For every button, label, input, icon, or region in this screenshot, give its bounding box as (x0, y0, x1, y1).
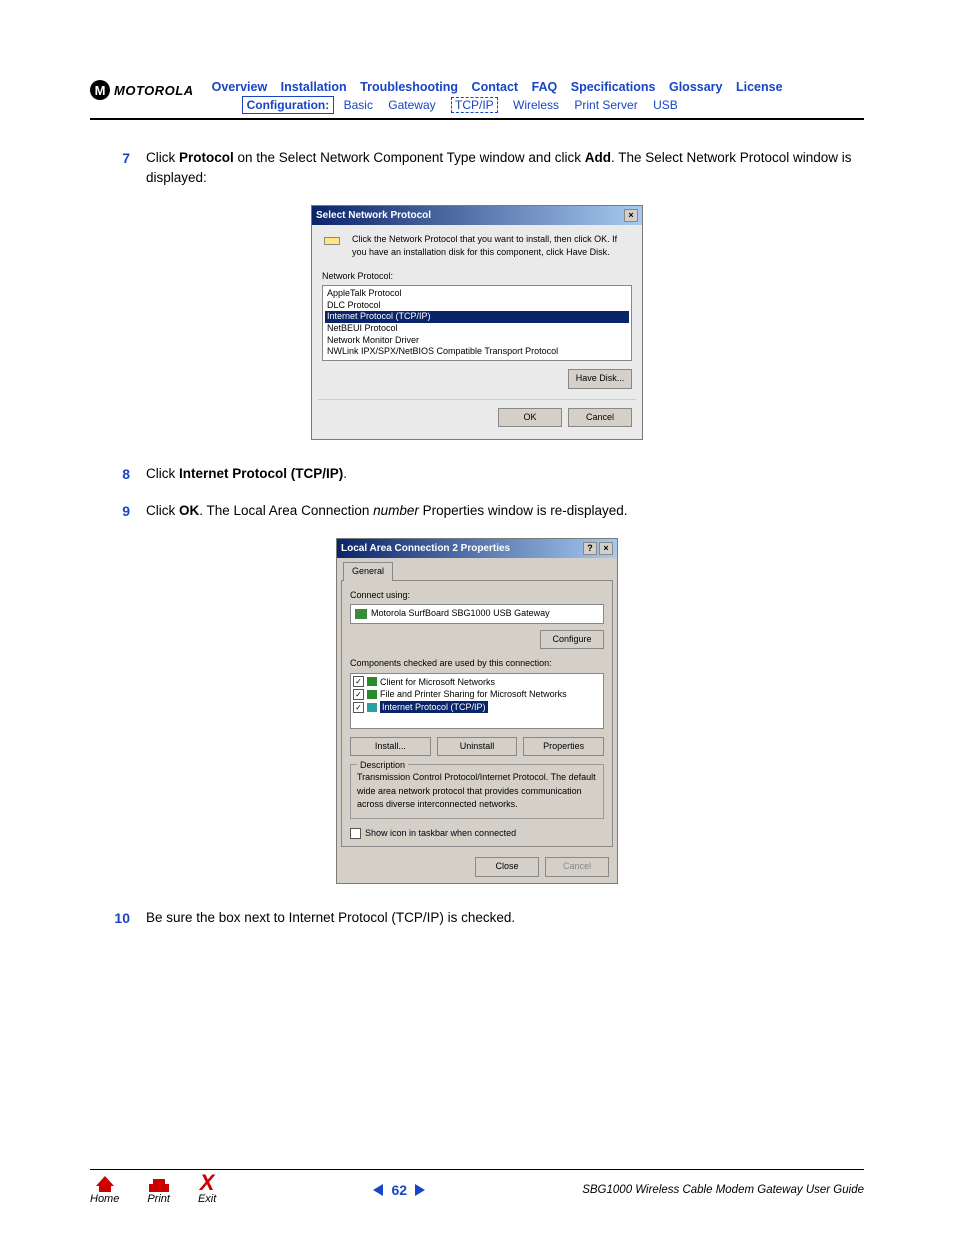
nav-basic[interactable]: Basic (344, 98, 373, 112)
select-network-protocol-dialog: Select Network Protocol × Click the Netw… (311, 205, 643, 441)
tab-general[interactable]: General (343, 562, 393, 581)
nav-wireless[interactable]: Wireless (513, 98, 559, 112)
nav-tcpip[interactable]: TCP/IP (451, 97, 498, 113)
dialog-titlebar: Select Network Protocol × (312, 206, 642, 225)
step-7: 7 Click Protocol on the Select Network C… (90, 148, 864, 189)
cancel-button: Cancel (545, 857, 609, 877)
help-icon[interactable]: ? (583, 542, 597, 555)
pager: 62 (216, 1182, 582, 1198)
protocol-icon (322, 233, 344, 247)
step-8: 8 Click Internet Protocol (TCP/IP). (90, 464, 864, 485)
home-button[interactable]: Home (90, 1176, 119, 1205)
dialog-titlebar: Local Area Connection 2 Properties ? × (337, 539, 617, 558)
nav-glossary[interactable]: Glossary (669, 80, 723, 94)
next-page-icon[interactable] (415, 1184, 425, 1196)
device-field: Motorola SurfBoard SBG1000 USB Gateway (350, 604, 604, 624)
client-icon (367, 677, 377, 686)
service-icon (367, 690, 377, 699)
checkbox-icon[interactable]: ✓ (353, 702, 364, 713)
nav-contact[interactable]: Contact (472, 80, 519, 94)
list-item[interactable]: Network Monitor Driver (325, 335, 629, 347)
nav-print-server[interactable]: Print Server (574, 98, 637, 112)
nav-license[interactable]: License (736, 80, 783, 94)
page-footer: Home Print X Exit 62 SBG1000 Wireless Ca… (90, 1169, 864, 1205)
page-number: 62 (391, 1182, 407, 1198)
list-item-selected[interactable]: Internet Protocol (TCP/IP) (325, 311, 629, 323)
checkbox-icon[interactable]: ✓ (353, 689, 364, 700)
step-10: 10 Be sure the box next to Internet Prot… (90, 908, 864, 929)
home-icon (96, 1176, 114, 1186)
configure-button[interactable]: Configure (540, 630, 604, 650)
nav-faq[interactable]: FAQ (532, 80, 558, 94)
exit-button[interactable]: X Exit (198, 1176, 216, 1205)
checkbox-icon[interactable] (350, 828, 361, 839)
nav-troubleshooting[interactable]: Troubleshooting (360, 80, 458, 94)
dialog-title: Select Network Protocol (316, 208, 431, 223)
step-number: 7 (90, 148, 146, 189)
uninstall-button[interactable]: Uninstall (437, 737, 518, 757)
list-item[interactable]: NetBEUI Protocol (325, 323, 629, 335)
nav-overview[interactable]: Overview (212, 80, 268, 94)
step-body: Click Protocol on the Select Network Com… (146, 148, 864, 189)
connect-using-label: Connect using: (350, 589, 604, 603)
nav-sub-row: Configuration: Basic Gateway TCP/IP Wire… (212, 98, 864, 112)
prev-page-icon[interactable] (373, 1184, 383, 1196)
protocol-icon (367, 703, 377, 712)
guide-title: SBG1000 Wireless Cable Modem Gateway Use… (582, 1184, 864, 1196)
nav-usb[interactable]: USB (653, 98, 678, 112)
step-number: 8 (90, 464, 146, 485)
dialog-instruction: Click the Network Protocol that you want… (352, 233, 632, 260)
step-number: 9 (90, 501, 146, 522)
components-list[interactable]: ✓ Client for Microsoft Networks ✓ File a… (350, 673, 604, 729)
print-button[interactable]: Print (147, 1184, 170, 1205)
exit-icon: X (200, 1176, 215, 1192)
close-icon[interactable]: × (599, 542, 613, 555)
ok-button[interactable]: OK (498, 408, 562, 428)
step-body: Click OK. The Local Area Connection numb… (146, 501, 864, 522)
close-icon[interactable]: × (624, 209, 638, 222)
list-item-selected[interactable]: ✓ Internet Protocol (TCP/IP) (353, 701, 601, 714)
nav-installation[interactable]: Installation (281, 80, 347, 94)
nav-top-row: Overview Installation Troubleshooting Co… (212, 80, 864, 94)
nic-icon (355, 609, 367, 619)
motorola-logo: M MOTOROLA (90, 80, 194, 100)
list-item[interactable]: ✓ Client for Microsoft Networks (353, 676, 601, 689)
list-item[interactable]: DLC Protocol (325, 300, 629, 312)
install-button[interactable]: Install... (350, 737, 431, 757)
protocol-list[interactable]: AppleTalk Protocol DLC Protocol Internet… (322, 285, 632, 361)
step-9: 9 Click OK. The Local Area Connection nu… (90, 501, 864, 522)
motorola-logo-icon: M (90, 80, 110, 100)
components-label: Components checked are used by this conn… (350, 657, 604, 671)
properties-button[interactable]: Properties (523, 737, 604, 757)
list-item[interactable]: NWLink IPX/SPX/NetBIOS Compatible Transp… (325, 346, 629, 358)
lan-properties-dialog: Local Area Connection 2 Properties ? × G… (336, 538, 618, 884)
description-text: Transmission Control Protocol/Internet P… (357, 771, 597, 812)
logo-text: MOTOROLA (114, 83, 194, 98)
list-item[interactable]: ✓ File and Printer Sharing for Microsoft… (353, 688, 601, 701)
list-item[interactable]: AppleTalk Protocol (325, 288, 629, 300)
print-icon (149, 1184, 169, 1192)
step-body: Click Internet Protocol (TCP/IP). (146, 464, 864, 485)
checkbox-icon[interactable]: ✓ (353, 676, 364, 687)
step-number: 10 (90, 908, 146, 929)
step-body: Be sure the box next to Internet Protoco… (146, 908, 864, 929)
nav-configuration-label: Configuration: (242, 96, 335, 114)
have-disk-button[interactable]: Have Disk... (568, 369, 632, 389)
protocol-list-label: Network Protocol: (322, 270, 632, 284)
cancel-button[interactable]: Cancel (568, 408, 632, 428)
dialog-title: Local Area Connection 2 Properties (341, 541, 510, 556)
nav-specifications[interactable]: Specifications (571, 80, 656, 94)
close-button[interactable]: Close (475, 857, 539, 877)
page-header: M MOTOROLA Overview Installation Trouble… (90, 80, 864, 120)
show-icon-label: Show icon in taskbar when connected (365, 827, 516, 841)
nav-gateway[interactable]: Gateway (388, 98, 435, 112)
description-label: Description (357, 759, 408, 773)
